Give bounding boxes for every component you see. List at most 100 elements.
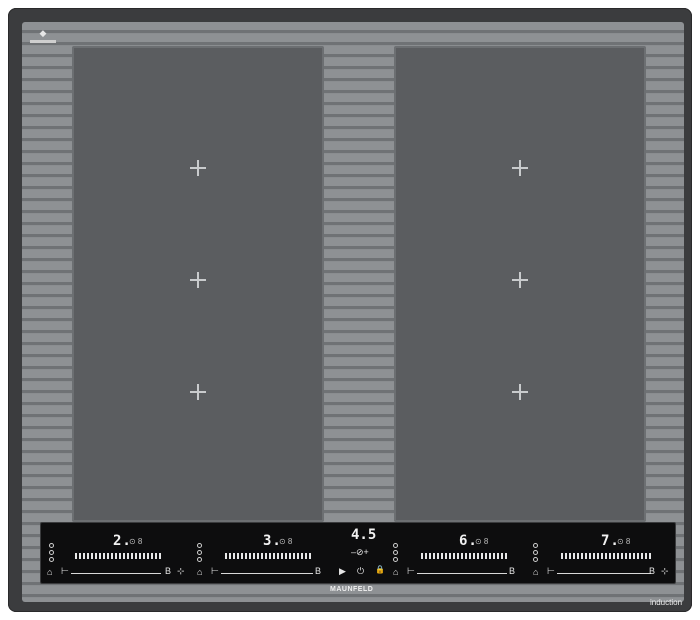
- slider-segment: [237, 553, 239, 559]
- slider-segment: [253, 553, 255, 559]
- zone-4-timer-icon[interactable]: ⊙ 8: [617, 537, 630, 546]
- lock-icon[interactable]: 🔒: [375, 565, 385, 574]
- slider-segment: [265, 553, 267, 559]
- slider-segment: [577, 553, 579, 559]
- zone-3-timer-icon[interactable]: ⊙ 8: [475, 537, 488, 546]
- slider-segment: [497, 553, 499, 559]
- induction-hob: ◆ 2. ⊙ 8 ⌂ ⊢ B ⊹ 3. ⊙ 8 ⌂ ⊢ B 4.5 –⊘+ ▶: [8, 8, 692, 612]
- slider-segment: [589, 553, 591, 559]
- slider-segment: [309, 553, 311, 559]
- slider-segment: [151, 553, 153, 559]
- zone-marker-icon: [512, 384, 528, 400]
- zone-1-power-slider[interactable]: [75, 553, 165, 559]
- slider-segment: [457, 553, 459, 559]
- zone-4-pan-icon[interactable]: ⌂: [533, 567, 538, 577]
- slider-segment: [119, 553, 121, 559]
- zone-3-pan-icon[interactable]: ⌂: [393, 567, 398, 577]
- slider-segment: [87, 553, 89, 559]
- zone-indicator-icon: [49, 543, 55, 564]
- slider-segment: [605, 553, 607, 559]
- slider-segment: [621, 553, 623, 559]
- slider-segment: [245, 553, 247, 559]
- slider-segment: [585, 553, 587, 559]
- slider-segment: [233, 553, 235, 559]
- brand-name: MAUNFELD: [330, 586, 374, 593]
- zone-2-track: [221, 573, 313, 574]
- slider-segment: [241, 553, 243, 559]
- zone-indicator-icon: [197, 543, 203, 564]
- slider-segment: [281, 553, 283, 559]
- slider-segment: [501, 553, 503, 559]
- zone-marker-icon: [190, 384, 206, 400]
- zone-indicator-icon: [393, 543, 399, 564]
- slider-segment: [569, 553, 571, 559]
- slider-segment: [449, 553, 451, 559]
- slider-segment: [143, 553, 145, 559]
- zone-2-boost[interactable]: B: [315, 566, 321, 576]
- slider-segment: [649, 553, 651, 559]
- slider-segment: [629, 553, 631, 559]
- zone-1-pan-icon[interactable]: ⌂: [47, 567, 52, 577]
- zone-4-minus-plus-icon[interactable]: ⊢: [547, 566, 555, 577]
- slider-segment: [249, 553, 251, 559]
- zone-2-minus-plus-icon[interactable]: ⊢: [211, 566, 219, 577]
- slider-segment: [645, 553, 647, 559]
- slider-segment: [79, 553, 81, 559]
- slider-segment: [637, 553, 639, 559]
- slider-segment: [617, 553, 619, 559]
- slider-segment: [297, 553, 299, 559]
- zone-marker-icon: [190, 272, 206, 288]
- slider-segment: [111, 553, 113, 559]
- slider-segment: [257, 553, 259, 559]
- zone-marker-icon: [512, 160, 528, 176]
- slider-segment: [485, 553, 487, 559]
- zone-2-power-slider[interactable]: [225, 553, 315, 559]
- slider-segment: [429, 553, 431, 559]
- slider-segment: [469, 553, 471, 559]
- cooking-zone-right[interactable]: [394, 46, 646, 522]
- slider-segment: [593, 553, 595, 559]
- slider-segment: [131, 553, 133, 559]
- slider-segment: [305, 553, 307, 559]
- zone-indicator-icon: [533, 543, 539, 564]
- power-icon[interactable]: ⏻: [357, 566, 364, 577]
- slider-segment: [493, 553, 495, 559]
- zone-1-timer-icon[interactable]: ⊙ 8: [129, 537, 142, 546]
- slider-segment: [465, 553, 467, 559]
- slider-segment: [83, 553, 85, 559]
- slider-segment: [633, 553, 635, 559]
- zone-1-track: [71, 573, 161, 574]
- zone-4-bridge-icon[interactable]: ⊹: [661, 566, 669, 577]
- slider-segment: [433, 553, 435, 559]
- zone-2-pan-icon[interactable]: ⌂: [197, 567, 202, 577]
- zone-3-minus-plus-icon[interactable]: ⊢: [407, 566, 415, 577]
- play-icon[interactable]: ▶: [339, 566, 346, 577]
- slider-segment: [473, 553, 475, 559]
- zone-4-boost[interactable]: B: [649, 566, 655, 576]
- control-panel: 2. ⊙ 8 ⌂ ⊢ B ⊹ 3. ⊙ 8 ⌂ ⊢ B 4.5 –⊘+ ▶ ⏻ …: [40, 522, 676, 584]
- slider-segment: [581, 553, 583, 559]
- slider-segment: [461, 553, 463, 559]
- zone-3-power-slider[interactable]: [421, 553, 511, 559]
- zone-2-timer-icon[interactable]: ⊙ 8: [279, 537, 292, 546]
- zone-1-bridge-icon[interactable]: ⊹: [177, 566, 185, 577]
- cooking-zone-left[interactable]: [72, 46, 324, 522]
- zone-marker-icon: [512, 272, 528, 288]
- slider-segment: [285, 553, 287, 559]
- zone-1-minus-plus-icon[interactable]: ⊢: [61, 566, 69, 577]
- slider-segment: [453, 553, 455, 559]
- slider-segment: [625, 553, 627, 559]
- zone-1-boost[interactable]: B: [165, 566, 171, 576]
- slider-segment: [301, 553, 303, 559]
- slider-segment: [147, 553, 149, 559]
- slider-segment: [155, 553, 157, 559]
- center-timer-display: 4.5: [351, 527, 377, 543]
- slider-segment: [489, 553, 491, 559]
- zone-3-boost[interactable]: B: [509, 566, 515, 576]
- timer-minus-plus[interactable]: –⊘+: [351, 547, 369, 558]
- zone-4-power-slider[interactable]: [561, 553, 653, 559]
- slider-segment: [127, 553, 129, 559]
- slider-segment: [505, 553, 507, 559]
- slider-segment: [107, 553, 109, 559]
- slider-segment: [229, 553, 231, 559]
